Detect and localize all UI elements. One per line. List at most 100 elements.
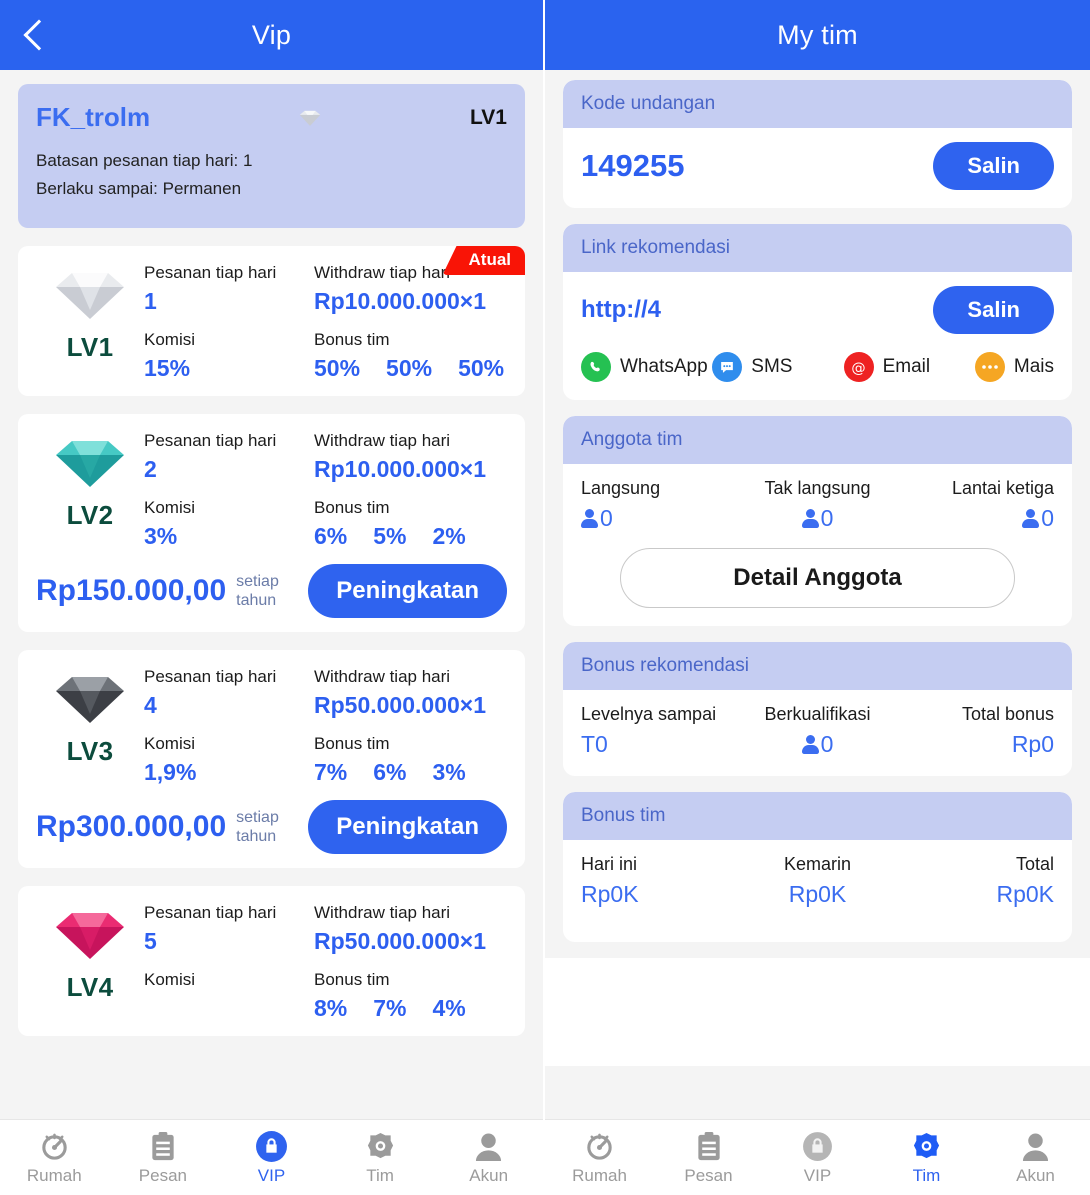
status-badge: Atual	[442, 246, 525, 275]
share-sms[interactable]: SMS	[712, 352, 843, 382]
price-period: setiap tahun	[236, 573, 279, 609]
vip-level-card[interactable]: LV2 Pesanan tiap hari 2 Komisi 3% Withdr…	[18, 414, 525, 632]
copy-code-button[interactable]: Salin	[933, 142, 1054, 190]
stat-value-wrap: Rp0K	[739, 881, 897, 908]
team-bonus-label: Bonus tim	[314, 330, 390, 349]
level-badge: LV4	[36, 902, 144, 1003]
orders-value: 4	[144, 692, 157, 718]
member-detail-button[interactable]: Detail Anggota	[620, 548, 1015, 608]
person-icon	[1022, 509, 1040, 528]
nav-tab-akun[interactable]: Akun	[981, 1129, 1090, 1186]
copy-link-button[interactable]: Salin	[933, 286, 1054, 334]
commission-value: 15%	[144, 355, 191, 381]
upgrade-button[interactable]: Peningkatan	[308, 564, 507, 618]
chevron-left-icon[interactable]	[24, 18, 46, 52]
order-limit-text: Batasan pesanan tiap hari: 1	[36, 151, 253, 170]
level-name: LV4	[66, 972, 114, 1002]
bag-lock-icon	[217, 1129, 326, 1163]
stat-value-wrap: 0	[739, 731, 897, 758]
vip-level-card[interactable]: LV3 Pesanan tiap hari 4 Komisi 1,9% With…	[18, 650, 525, 868]
commission-label: Komisi	[144, 970, 196, 989]
team-bonus-stats: Hari ini Rp0K Kemarin Rp0K Total Rp0K	[581, 854, 1054, 908]
nav-tab-pesan[interactable]: Pesan	[654, 1129, 763, 1186]
vip-level-card[interactable]: LV4 Pesanan tiap hari 5 Komisi Withdraw …	[18, 886, 525, 1036]
clipboard-icon	[654, 1129, 763, 1163]
member-stats: Langsung 0 Tak langsung 0 Lantai ketiga …	[581, 478, 1054, 532]
nav-tab-vip[interactable]: VIP	[217, 1129, 326, 1186]
referral-bonus-card: Bonus rekomendasi Levelnya sampai T0 Ber…	[563, 642, 1072, 776]
person-icon	[434, 1129, 543, 1163]
more-dots-icon	[974, 352, 1005, 382]
card-title: Bonus rekomendasi	[563, 642, 1072, 690]
stat-label: Tak langsung	[764, 478, 871, 498]
card-title: Kode undangan	[563, 80, 1072, 128]
stat-value: 0	[820, 505, 834, 531]
upgrade-button[interactable]: Peningkatan	[308, 800, 507, 854]
vip-screen: Vip FK_trolm LV1 Batasan pesanan tiap ha…	[0, 0, 545, 1195]
diamond-icon	[56, 273, 124, 319]
sms-bubble-icon	[712, 352, 743, 382]
bonus-tier-2: 50%	[386, 355, 433, 381]
team-bonus-values: 6% 5% 2%	[314, 521, 507, 550]
stat-langsung: Langsung 0	[581, 478, 739, 532]
stat-levelnya-sampai: Levelnya sampai T0	[581, 704, 739, 758]
vip-user-row: FK_trolm LV1	[36, 102, 507, 133]
bonus-tier-1: 50%	[314, 355, 361, 381]
stat-value: Rp0K	[581, 881, 639, 907]
bonus-tier-3: 4%	[432, 995, 466, 1021]
bonus-tier-3: 3%	[432, 759, 466, 785]
svg-text:@: @	[851, 360, 865, 376]
stat-value: Rp0	[1011, 731, 1055, 757]
share-more[interactable]: Mais	[974, 352, 1054, 382]
diamond-icon	[56, 441, 124, 487]
vip-scroll-area[interactable]: FK_trolm LV1 Batasan pesanan tiap hari: …	[0, 70, 543, 1119]
nav-tab-tim[interactable]: Tim	[326, 1129, 435, 1186]
stat-total-bonus: Total bonus Rp0	[896, 704, 1054, 758]
stat-label: Lantai ketiga	[951, 478, 1055, 498]
nav-label: Pesan	[684, 1166, 733, 1185]
nav-label: Rumah	[26, 1166, 82, 1185]
bonus-tier-3: 50%	[458, 355, 505, 381]
referral-link-card: Link rekomendasi http://4 Salin WhatsApp…	[563, 224, 1072, 400]
dual-phone-screenshot: Vip FK_trolm LV1 Batasan pesanan tiap ha…	[0, 0, 1090, 1195]
person-icon	[801, 735, 819, 754]
withdraw-value: Rp50.000.000×1	[314, 928, 486, 954]
nav-tab-tim[interactable]: Tim	[872, 1129, 981, 1186]
nav-tab-akun[interactable]: Akun	[434, 1129, 543, 1186]
team-screen: My tim Kode undangan 149255 Salin Link r…	[545, 0, 1090, 1195]
share-email[interactable]: @ Email	[843, 352, 975, 382]
clipboard-icon	[109, 1129, 218, 1163]
referral-link-value: http://4	[581, 296, 661, 323]
person-icon	[801, 509, 819, 528]
stat-hari-ini: Hari ini Rp0K	[581, 854, 739, 908]
level-name: LV1	[66, 332, 114, 362]
gear-icon	[326, 1129, 435, 1163]
stat-value-wrap: T0	[581, 731, 739, 758]
team-bonus-values: 8% 7% 4%	[314, 993, 507, 1022]
bonus-tier-1: 6%	[314, 523, 348, 549]
withdraw-value: Rp10.000.000×1	[314, 288, 486, 314]
nav-tab-vip[interactable]: VIP	[763, 1129, 872, 1186]
vip-level-card[interactable]: Atual LV1 Pesanan tiap hari 1 Komisi 15%…	[18, 246, 525, 396]
level-badge: LV2	[36, 430, 144, 531]
gear-icon	[872, 1129, 981, 1163]
stat-label: Kemarin	[783, 854, 852, 874]
team-bonus-values: 50% 50% 50%	[314, 353, 507, 382]
nav-label: Akun	[469, 1166, 509, 1185]
card-title: Link rekomendasi	[563, 224, 1072, 272]
stat-value: T0	[581, 731, 608, 757]
team-scroll-area[interactable]: Kode undangan 149255 Salin Link rekomend…	[545, 70, 1090, 1119]
share-label: WhatsApp	[620, 356, 708, 377]
share-whatsapp[interactable]: WhatsApp	[581, 352, 712, 382]
stat-kemarin: Kemarin Rp0K	[739, 854, 897, 908]
level-name: LV3	[66, 736, 114, 766]
user-level: LV1	[470, 105, 507, 129]
team-bonus-label: Bonus tim	[314, 970, 390, 989]
commission-label: Komisi	[144, 734, 196, 753]
team-topbar: My tim	[545, 0, 1090, 70]
nav-tab-rumah[interactable]: Rumah	[545, 1129, 654, 1186]
nav-tab-pesan[interactable]: Pesan	[109, 1129, 218, 1186]
nav-tab-rumah[interactable]: Rumah	[0, 1129, 109, 1186]
invite-code-card: Kode undangan 149255 Salin	[563, 80, 1072, 208]
stat-lantai-ketiga: Lantai ketiga 0	[896, 478, 1054, 532]
